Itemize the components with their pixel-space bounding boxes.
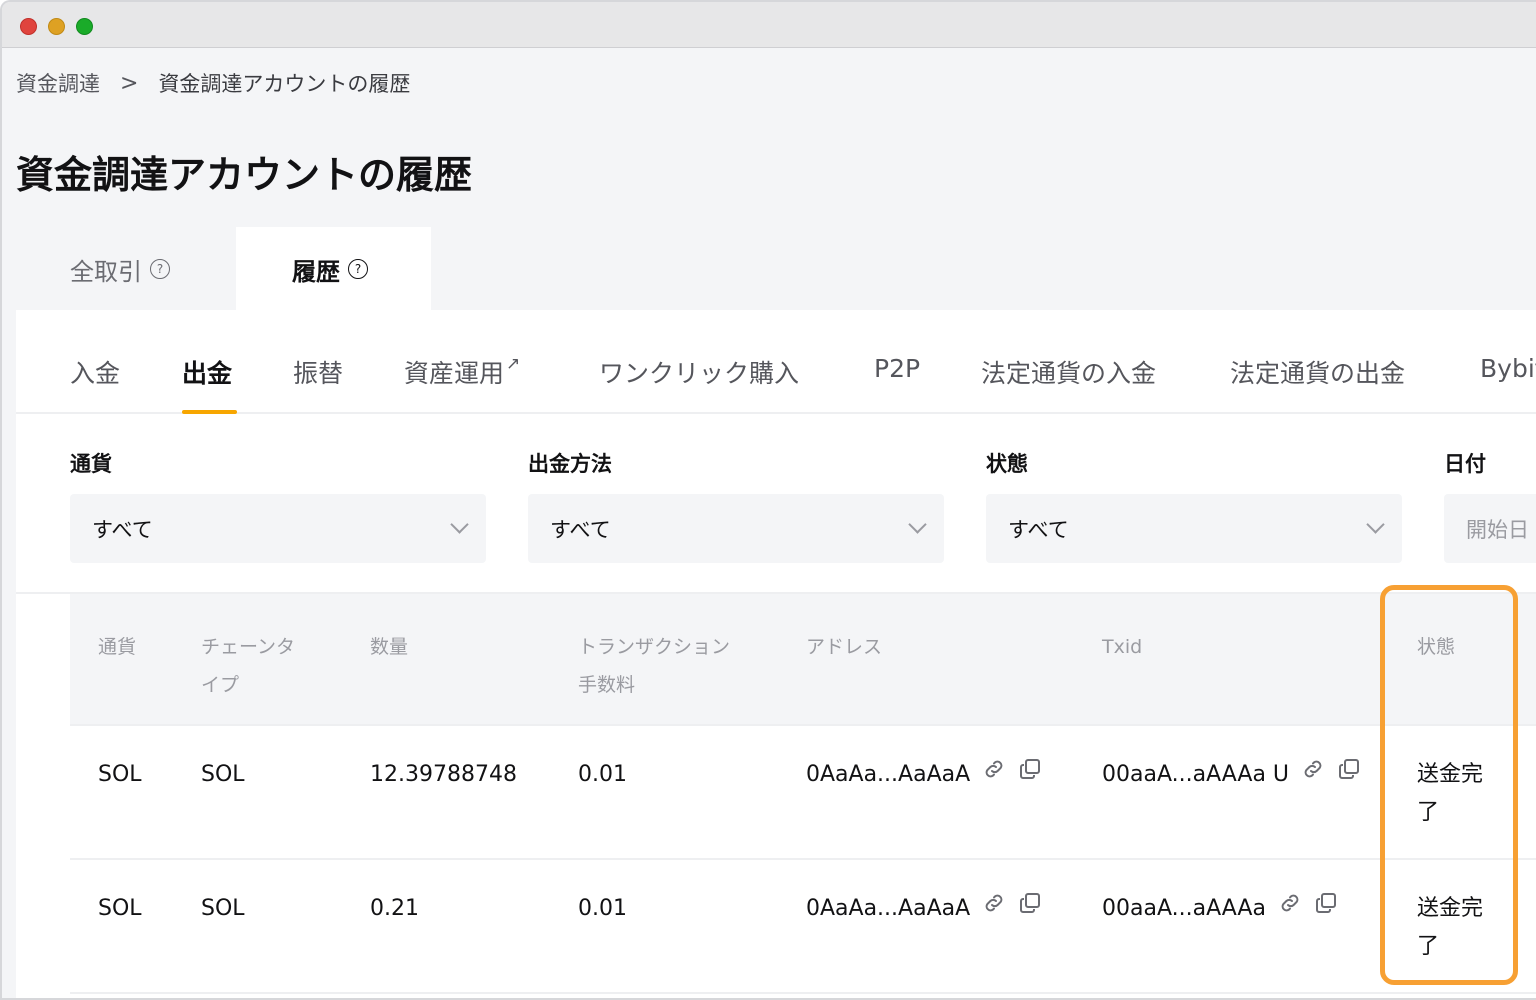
tab-one-click-buy[interactable]: ワンクリック購入 [599, 354, 799, 390]
chevron-down-icon [450, 515, 469, 534]
active-tab-underline [182, 410, 237, 414]
tab-fiat-deposit[interactable]: 法定通貨の入金 [981, 354, 1156, 390]
chevron-down-icon [1366, 515, 1385, 534]
cell-address: 0AaAa...AaAaA [806, 756, 1042, 794]
header-line: イプ [201, 674, 240, 696]
cell-fee: 0.01 [578, 762, 627, 787]
select-value: すべて [550, 517, 611, 542]
tab-bybit[interactable]: Bybit [1480, 354, 1536, 383]
cell-amount: 0.21 [370, 896, 419, 921]
cell-chain: SOL [201, 896, 245, 921]
header-txid: Txid [1102, 636, 1143, 658]
header-line: 手数料 [578, 674, 636, 696]
txid-value: 00aaA...aAAAa U [1102, 762, 1290, 787]
help-icon[interactable]: ? [348, 259, 368, 279]
header-chain-type: チェーンタ イプ [201, 628, 295, 704]
start-date-input[interactable]: 開始日 [1444, 494, 1536, 563]
app-window: 資金調達 > 資金調達アカウントの履歴 資金調達アカウントの履歴 全取引 ? 履… [0, 0, 1536, 1000]
currency-select[interactable]: すべて [70, 494, 486, 563]
history-panel: 入金 出金 振替 資産運用 ↗ ワンクリック購入 P2P 法定通貨の入金 法定通貨… [16, 310, 1536, 998]
copy-icon[interactable] [1314, 890, 1338, 928]
header-address: アドレス [806, 636, 883, 658]
header-fee: トランザクション 手数料 [578, 628, 730, 704]
header-line: チェーンタ [201, 636, 296, 658]
minimize-window-button[interactable] [48, 18, 65, 35]
cell-fee: 0.01 [578, 896, 627, 921]
header-line: トランザクション [578, 636, 731, 658]
title-bar [2, 2, 1536, 48]
breadcrumb: 資金調達 > 資金調達アカウントの履歴 [16, 68, 410, 98]
cell-address: 0AaAa...AaAaA [806, 890, 1042, 928]
select-value: すべて [92, 517, 153, 542]
tab-fiat-withdrawal[interactable]: 法定通貨の出金 [1230, 354, 1405, 390]
cell-txid: 00aaA...aAAAa [1102, 890, 1338, 928]
date-placeholder: 開始日 [1466, 517, 1529, 542]
sub-tabs: 入金 出金 振替 資産運用 ↗ ワンクリック購入 P2P 法定通貨の入金 法定通貨… [16, 310, 1536, 414]
page-title: 資金調達アカウントの履歴 [16, 153, 473, 197]
status-select[interactable]: すべて [986, 494, 1402, 563]
filter-label-status: 状態 [986, 452, 1028, 476]
tab-label: 履歴 [292, 257, 340, 286]
header-currency: 通貨 [98, 636, 137, 658]
copy-icon[interactable] [1018, 756, 1042, 794]
header-amount: 数量 [370, 636, 409, 658]
breadcrumb-separator: > [120, 70, 139, 96]
cell-txid: 00aaA...aAAAa U [1102, 756, 1361, 794]
tab-withdrawal[interactable]: 出金 [182, 354, 232, 390]
copy-icon[interactable] [1018, 890, 1042, 928]
chevron-down-icon [908, 515, 927, 534]
tab-deposit[interactable]: 入金 [70, 354, 120, 390]
address-value: 0AaAa...AaAaA [806, 896, 971, 921]
tab-label: 全取引 [70, 257, 142, 286]
link-icon[interactable] [1278, 890, 1302, 928]
table-row: SOL SOL 0.21 0.01 0AaAa...AaAaA 00aaA...… [70, 860, 1536, 994]
filter-label-date: 日付 [1444, 452, 1486, 476]
filter-label-currency: 通貨 [70, 452, 112, 476]
cell-chain: SOL [201, 762, 245, 787]
close-window-button[interactable] [20, 18, 37, 35]
table-row: SOL SOL 12.39788748 0.01 0AaAa...AaAaA 0… [70, 726, 1536, 860]
link-icon[interactable] [982, 890, 1006, 928]
table-header: 通貨 チェーンタ イプ 数量 トランザクション 手数料 アドレス Txid 状態 [70, 594, 1536, 726]
method-select[interactable]: すべて [528, 494, 944, 563]
external-link-icon: ↗ [506, 354, 521, 374]
tab-all-transactions[interactable]: 全取引 ? [16, 227, 236, 311]
cell-currency: SOL [98, 762, 142, 787]
tab-history[interactable]: 履歴 ? [236, 227, 431, 311]
tab-earn[interactable]: 資産運用 ↗ [404, 354, 520, 390]
maximize-window-button[interactable] [76, 18, 93, 35]
tab-p2p[interactable]: P2P [874, 354, 920, 383]
help-icon[interactable]: ? [150, 259, 170, 279]
breadcrumb-current: 資金調達アカウントの履歴 [158, 72, 411, 96]
link-icon[interactable] [982, 756, 1006, 794]
select-value: すべて [1008, 517, 1069, 542]
tab-label: 資産運用 [404, 359, 505, 388]
cell-currency: SOL [98, 896, 142, 921]
filter-label-method: 出金方法 [528, 452, 612, 476]
status-column-highlight [1380, 585, 1518, 985]
main-tabs: 全取引 ? 履歴 ? [16, 227, 431, 311]
copy-icon[interactable] [1337, 756, 1361, 794]
txid-value: 00aaA...aAAAa [1102, 896, 1266, 921]
link-icon[interactable] [1301, 756, 1325, 794]
breadcrumb-parent-link[interactable]: 資金調達 [16, 68, 100, 98]
cell-amount: 12.39788748 [370, 762, 517, 787]
tab-transfer[interactable]: 振替 [293, 354, 343, 390]
address-value: 0AaAa...AaAaA [806, 762, 971, 787]
